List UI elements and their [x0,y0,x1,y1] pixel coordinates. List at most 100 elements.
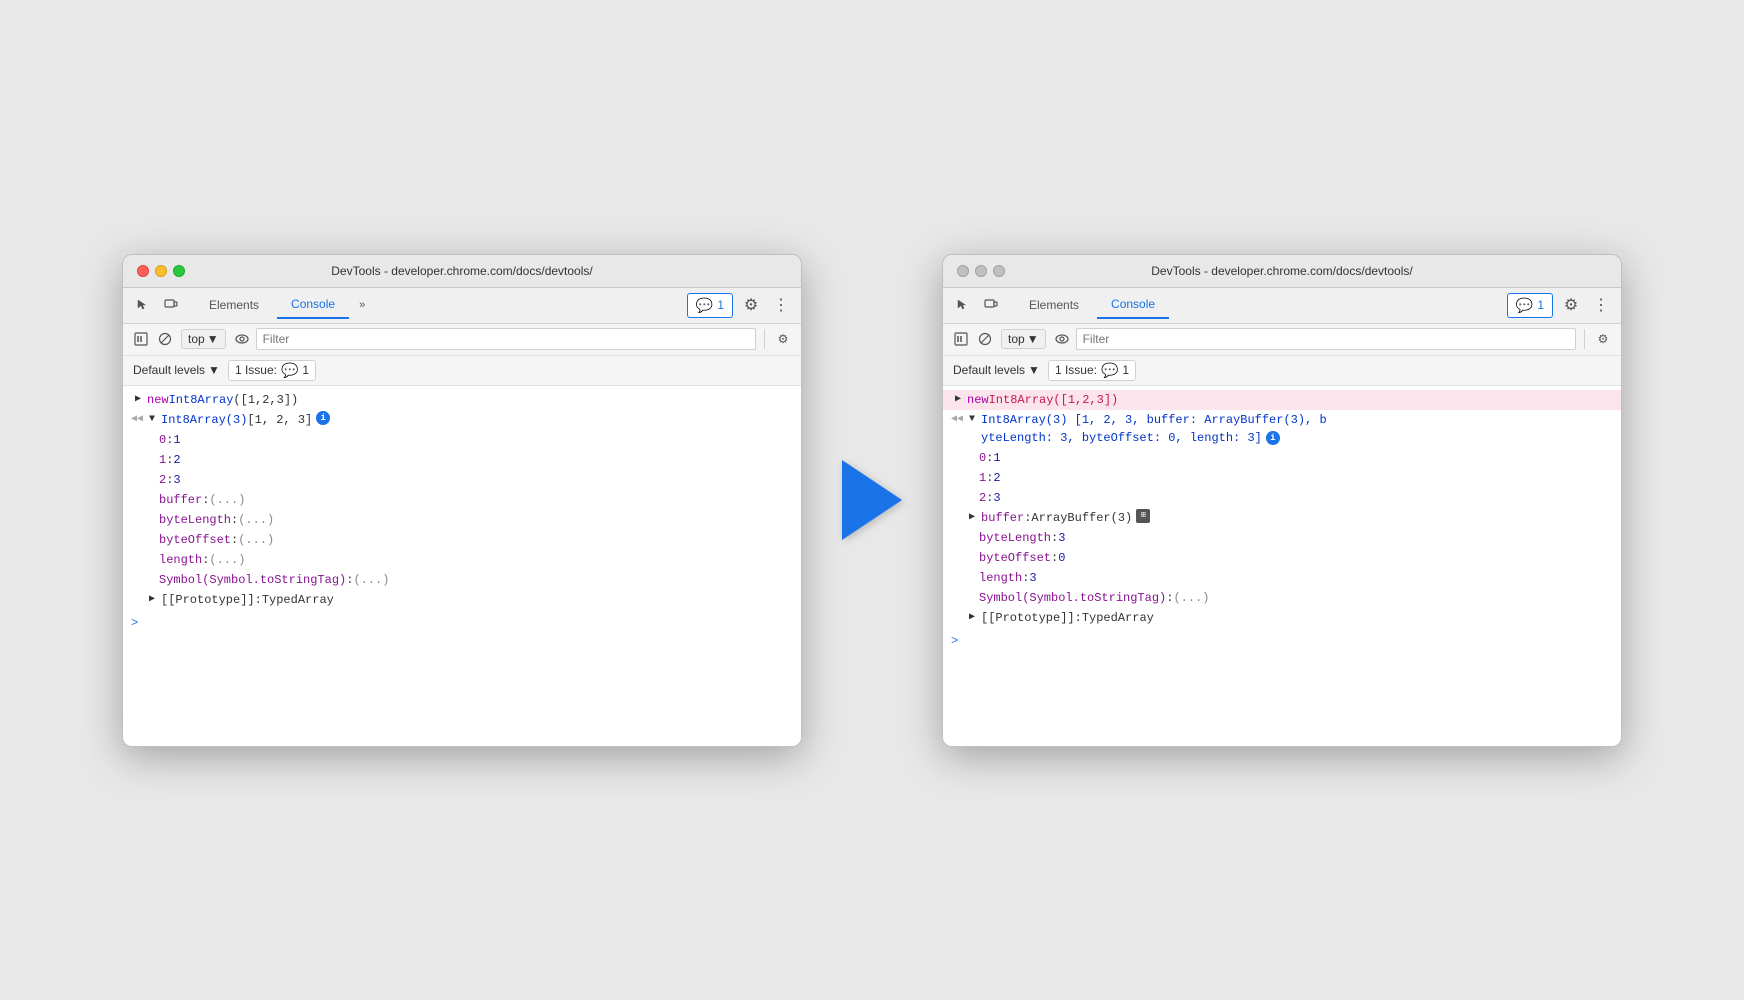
right-result-line2: yteLength: 3, byteOffset: 0, length: 3] [981,429,1262,447]
left-expand-new[interactable] [131,391,145,409]
left-prop-buffer: buffer : (...) [123,490,801,510]
right-expand-proto[interactable] [965,609,979,627]
left-info-icon[interactable]: i [316,411,330,425]
left-issue-count: 1 [302,363,309,377]
right-window-title: DevTools - developer.chrome.com/docs/dev… [1151,264,1412,278]
left-cursor-icon[interactable] [131,293,155,317]
left-run-icon[interactable] [131,329,151,349]
right-tab-elements[interactable]: Elements [1015,292,1093,318]
left-top-label: top [188,332,205,346]
left-tab-bar-right: 💬 1 ⚙ ⋮ [687,293,793,318]
right-item-1: 1 : 2 [943,468,1621,488]
left-proto-label: [[Prototype]] [161,591,255,609]
right-minimize-button[interactable] [975,265,987,277]
left-prop-length: length : (...) [123,550,801,570]
left-top-selector[interactable]: top ▼ [181,329,226,349]
left-expand-proto[interactable] [145,591,159,609]
left-new-keyword: new [147,391,169,409]
left-tab-bar: Elements Console » 💬 1 ⚙ ⋮ [123,288,801,324]
left-more-icon[interactable]: ⋮ [769,293,793,317]
left-settings-icon[interactable]: ⚙ [739,293,763,317]
right-symbol-label: Symbol(Symbol.toStringTag) [979,589,1166,607]
left-prompt[interactable]: > [123,610,801,636]
left-prop-symbol: Symbol(Symbol.toStringTag) : (...) [123,570,801,590]
right-symbol-sep: : [1166,589,1173,607]
left-expand-result[interactable]: ▼ [145,411,159,429]
right-back-arrow: ◀ [951,411,965,429]
right-length-label: length [979,569,1022,587]
left-filter-input[interactable] [256,328,756,350]
left-byteLength-label: byteLength [159,511,231,529]
right-block-icon[interactable] [975,329,995,349]
left-eye-icon[interactable] [232,329,252,349]
left-close-button[interactable] [137,265,149,277]
right-levels-bar: Default levels ▼ 1 Issue: 💬 1 [943,356,1621,386]
right-issue-count: 1 [1122,363,1129,377]
right-filter-input[interactable] [1076,328,1576,350]
right-grid-icon[interactable]: ⊞ [1136,509,1150,523]
right-issue-badge[interactable]: 1 Issue: 💬 1 [1048,360,1136,381]
right-devtools-window: DevTools - developer.chrome.com/docs/dev… [942,254,1622,747]
right-tab-bar-right: 💬 1 ⚙ ⋮ [1507,293,1613,318]
left-issue-badge[interactable]: 1 Issue: 💬 1 [228,360,316,381]
right-more-icon[interactable]: ⋮ [1589,293,1613,317]
left-default-levels-label: Default levels [133,363,205,377]
left-val-2: 3 [173,471,180,489]
left-minimize-button[interactable] [155,265,167,277]
left-length-label: length [159,551,202,569]
right-top-chevron: ▼ [1027,332,1039,346]
right-settings-console-icon[interactable]: ⚙ [1593,329,1613,349]
right-expand-result[interactable]: ▼ [965,411,979,429]
left-byteOffset-sep: : [231,531,238,549]
left-maximize-button[interactable] [173,265,185,277]
left-key-1: 1 [159,451,166,469]
right-byteOffset-val: 0 [1058,549,1065,567]
right-item-0: 0 : 1 [943,448,1621,468]
right-default-levels-btn[interactable]: Default levels ▼ [953,363,1040,377]
right-maximize-button[interactable] [993,265,1005,277]
left-issue-icon: 💬 [281,362,298,379]
comparison-arrow [842,460,902,540]
left-sep-0: : [166,431,173,449]
left-symbol-sep: : [346,571,353,589]
left-tab-elements[interactable]: Elements [195,292,273,318]
right-prop-symbol: Symbol(Symbol.toStringTag) : (...) [943,588,1621,608]
left-buffer-val: (...) [209,491,245,509]
left-tab-console[interactable]: Console [277,291,349,319]
right-key-0: 0 [979,449,986,467]
right-tab-console[interactable]: Console [1097,291,1169,319]
right-info-icon[interactable]: i [1266,431,1280,445]
left-window-title: DevTools - developer.chrome.com/docs/dev… [331,264,592,278]
right-settings-icon[interactable]: ⚙ [1559,293,1583,317]
left-default-levels-btn[interactable]: Default levels ▼ [133,363,220,377]
left-console-toolbar: top ▼ ⚙ [123,324,801,356]
right-prompt[interactable]: > [943,628,1621,654]
left-console-content: new Int8Array ([1,2,3]) ◀ ▼ Int8Array(3)… [123,386,801,746]
right-default-levels-chevron: ▼ [1028,363,1040,377]
right-traffic-lights [957,265,1005,277]
left-block-icon[interactable] [155,329,175,349]
right-run-icon[interactable] [951,329,971,349]
left-byteLength-val: (...) [238,511,274,529]
right-val-1: 2 [993,469,1000,487]
right-item-2: 2 : 3 [943,488,1621,508]
left-device-icon[interactable] [159,293,183,317]
right-expand-new[interactable] [951,391,965,409]
right-badge-button[interactable]: 💬 1 [1507,293,1553,318]
right-buffer-sep: : [1024,509,1031,527]
left-back-arrow: ◀ [131,411,145,429]
right-expand-buffer[interactable] [965,509,979,527]
left-buffer-sep: : [202,491,209,509]
left-settings-console-icon[interactable]: ⚙ [773,329,793,349]
left-tab-more[interactable]: » [353,295,371,315]
right-eye-icon[interactable] [1052,329,1072,349]
right-close-button[interactable] [957,265,969,277]
right-prop-byteOffset: byteOffset : 0 [943,548,1621,568]
right-device-icon[interactable] [979,293,1003,317]
right-badge-count: 1 [1537,298,1544,312]
right-top-selector[interactable]: top ▼ [1001,329,1046,349]
right-length-sep: : [1022,569,1029,587]
right-cursor-icon[interactable] [951,293,975,317]
right-buffer-val: ArrayBuffer(3) [1031,509,1132,527]
left-badge-button[interactable]: 💬 1 [687,293,733,318]
